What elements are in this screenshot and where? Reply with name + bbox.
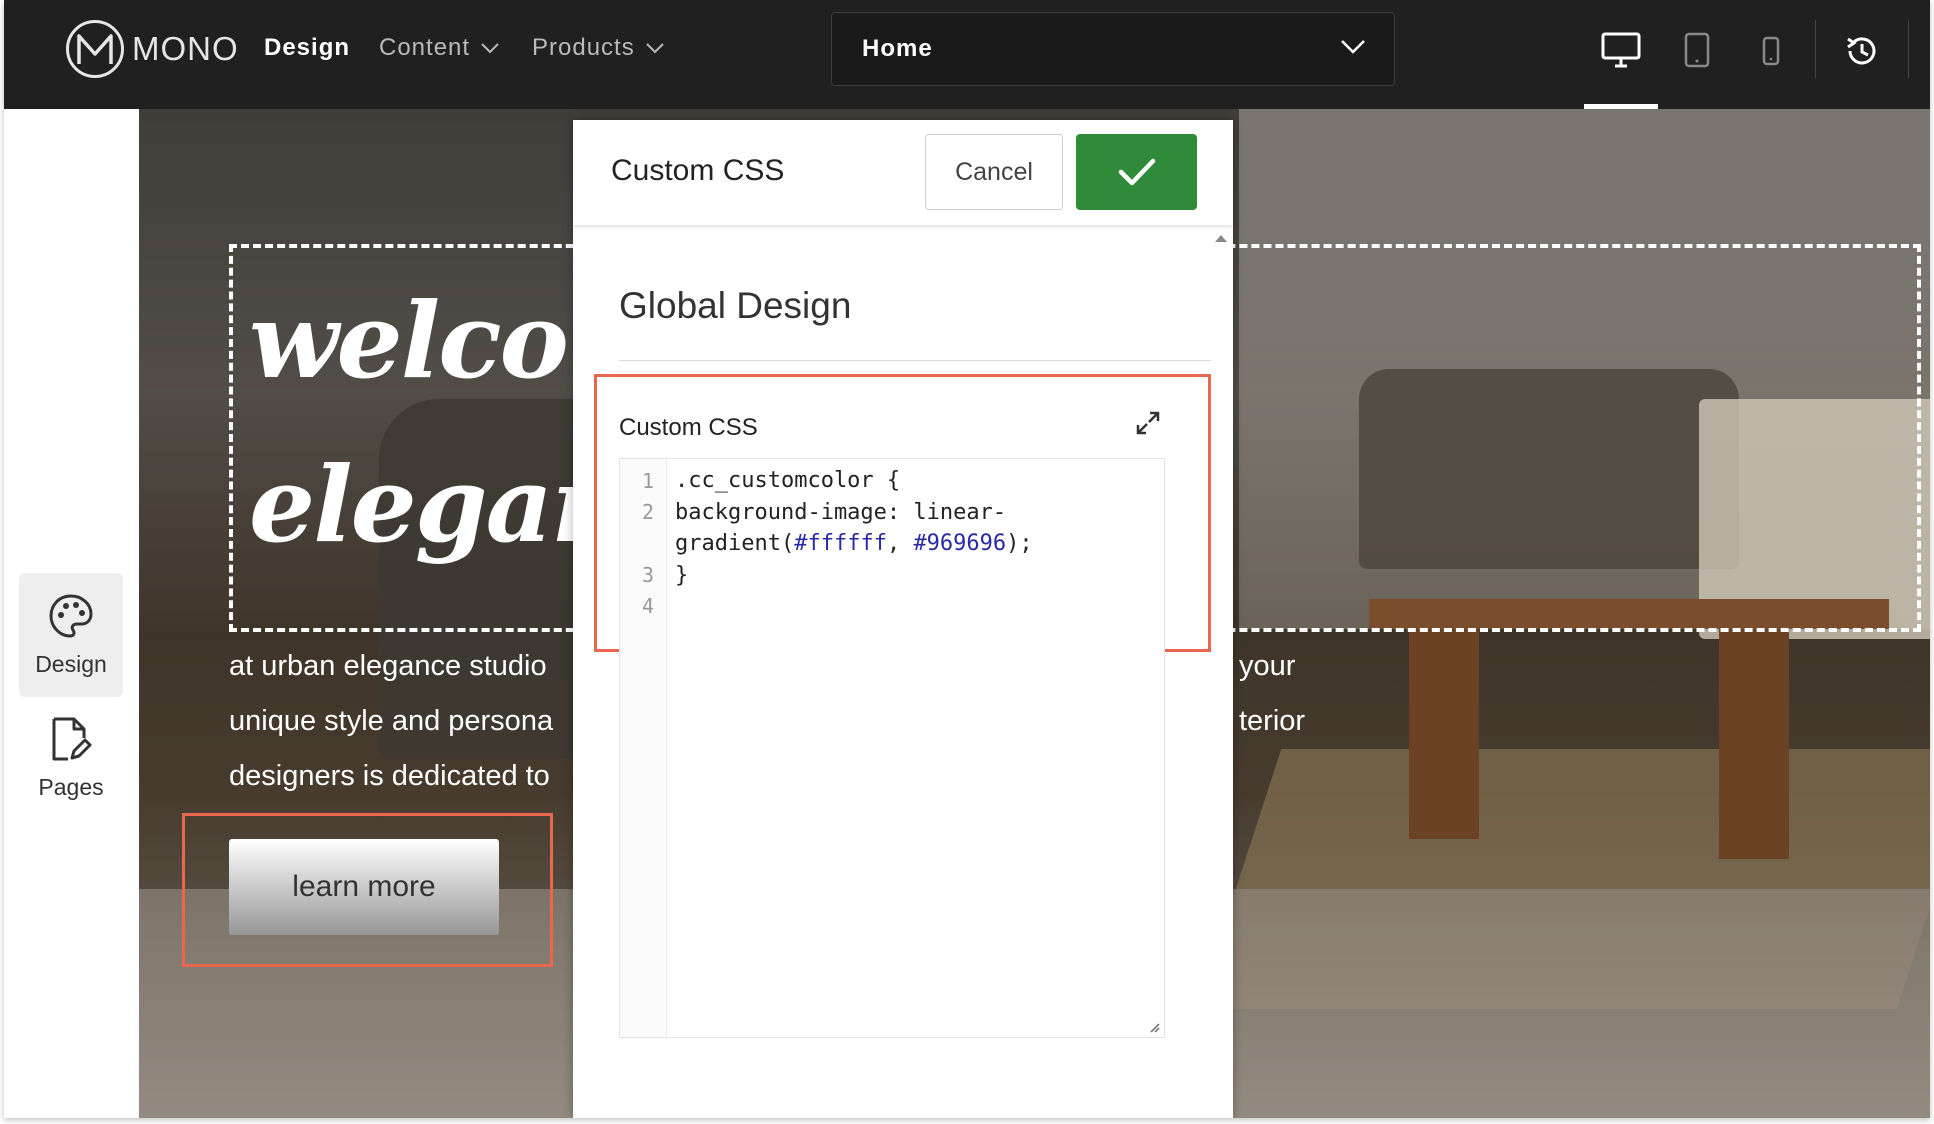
section-title: Global Design <box>619 285 852 326</box>
code-line: .cc_customcolor { <box>675 468 901 493</box>
nav-content[interactable]: Content <box>379 34 500 62</box>
code-token: gradient( <box>675 531 795 556</box>
line-number: 3 <box>641 563 654 587</box>
css-code-editor[interactable]: 1 2 3 4 .cc_customcolor { background-imag… <box>619 458 1165 1038</box>
palette-icon <box>49 593 93 638</box>
line-number: 4 <box>641 594 654 618</box>
code-content[interactable]: .cc_customcolor { background-image: linea… <box>675 465 1155 591</box>
app-frame: MONO Design Content Products Home Design… <box>4 0 1930 1118</box>
nav-design-label: Design <box>264 34 351 61</box>
resize-handle-icon[interactable] <box>1148 1021 1160 1033</box>
code-hex-token: #969696 <box>913 531 1007 556</box>
code-token: , <box>886 531 914 556</box>
section-divider <box>619 360 1211 361</box>
nav-products[interactable]: Products <box>532 34 665 62</box>
hero-text-right-line: your <box>1239 650 1296 682</box>
page-select[interactable]: Home <box>831 12 1395 86</box>
page-select-value: Home <box>862 35 933 62</box>
logo-mark-icon <box>66 20 124 78</box>
code-line: background-image: linear- <box>675 499 1007 525</box>
brand-name: MONO <box>132 30 239 67</box>
line-number: 1 <box>641 469 654 493</box>
history-icon[interactable] <box>1844 34 1880 68</box>
code-line: } <box>675 562 689 588</box>
hero-text-right-line: terior <box>1239 705 1306 737</box>
expand-icon[interactable] <box>1135 410 1161 436</box>
code-line: gradient(#ffffff, #969696); <box>675 528 1155 560</box>
cancel-button[interactable]: Cancel <box>925 134 1063 210</box>
line-number-gutter: 1 2 3 4 <box>620 459 667 1037</box>
check-icon <box>1118 158 1155 186</box>
custom-css-modal: Custom CSS Cancel Global Design Custom C… <box>573 120 1233 1118</box>
rail-item-pages[interactable]: Pages <box>19 696 123 820</box>
mobile-icon[interactable] <box>1762 36 1780 66</box>
learn-more-button[interactable]: learn more <box>229 839 499 935</box>
top-bar: MONO Design Content Products Home <box>4 0 1930 109</box>
nav-content-label: Content <box>379 34 471 61</box>
background-table-leg <box>1719 629 1789 859</box>
rail-item-design-label: Design <box>35 650 107 677</box>
logo[interactable]: MONO <box>66 16 239 82</box>
toolbar-divider <box>1815 20 1816 78</box>
background-table-leg <box>1409 629 1479 839</box>
modal-header: Custom CSS Cancel <box>573 120 1233 225</box>
line-number: 2 <box>641 500 654 524</box>
rail-item-design[interactable]: Design <box>19 573 123 697</box>
confirm-button[interactable] <box>1076 134 1197 210</box>
rail-item-pages-label: Pages <box>38 773 104 800</box>
tablet-icon[interactable] <box>1684 32 1710 68</box>
chevron-down-icon <box>1341 40 1365 54</box>
left-rail: Design Pages <box>4 109 139 1118</box>
nav-products-label: Products <box>532 34 635 61</box>
code-hex-token: #ffffff <box>794 531 887 556</box>
desktop-icon[interactable] <box>1601 32 1641 70</box>
hero-text-right: your terior <box>1239 639 1305 749</box>
chevron-down-icon <box>646 43 664 54</box>
modal-title: Custom CSS <box>611 154 785 187</box>
chevron-down-icon <box>481 43 499 54</box>
nav-design[interactable]: Design <box>264 34 350 62</box>
css-field-label: Custom CSS <box>619 414 758 441</box>
page-edit-icon <box>52 717 92 760</box>
code-token: ); <box>1006 531 1033 556</box>
toolbar-divider <box>1908 20 1909 78</box>
scroll-up-arrow-icon[interactable] <box>1214 233 1228 243</box>
